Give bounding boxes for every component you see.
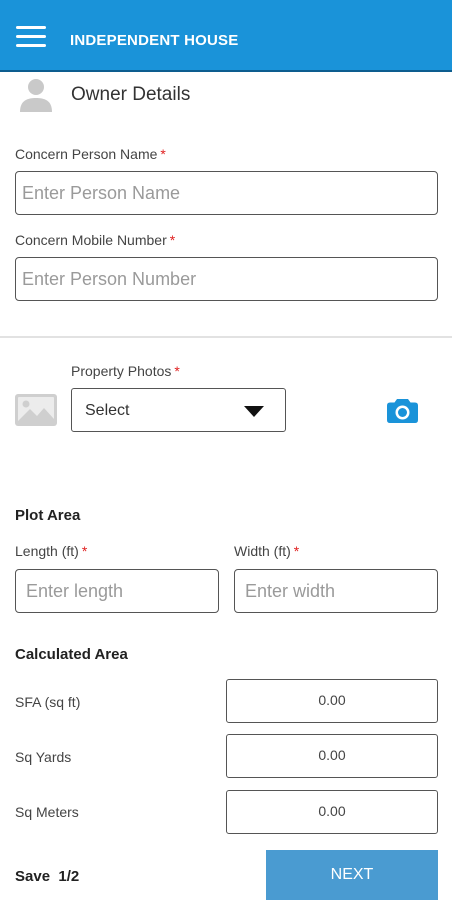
section-divider <box>0 336 452 338</box>
property-photos-select[interactable]: Select <box>71 388 286 432</box>
property-photos-label: Property Photos * <box>71 363 180 379</box>
required-mark: * <box>160 146 166 162</box>
person-name-input[interactable] <box>15 171 438 215</box>
sq-yards-label: Sq Yards <box>15 749 72 765</box>
select-value: Select <box>85 402 130 419</box>
mobile-number-input[interactable] <box>15 257 438 301</box>
image-placeholder-icon <box>15 394 57 426</box>
next-button[interactable]: NEXT <box>266 850 438 900</box>
required-mark: * <box>293 543 300 559</box>
page-title: INDEPENDENT HOUSE <box>70 32 239 49</box>
width-input[interactable] <box>234 569 438 613</box>
sfa-label: SFA (sq ft) <box>15 694 81 710</box>
sq-yards-value: 0.00 <box>226 734 438 778</box>
app-bar: INDEPENDENT HOUSE <box>0 0 452 72</box>
width-label: Width (ft) * <box>234 543 300 559</box>
calculated-area-heading: Calculated Area <box>15 646 128 663</box>
sfa-value: 0.00 <box>226 679 438 723</box>
sq-meters-value: 0.00 <box>226 790 438 834</box>
save-progress: Save 1/2 <box>15 868 79 885</box>
person-icon <box>20 79 52 112</box>
length-input[interactable] <box>15 569 219 613</box>
camera-icon[interactable] <box>387 397 418 423</box>
page-indicator: 1/2 <box>58 868 80 885</box>
person-name-label: Concern Person Name * <box>15 146 166 162</box>
hamburger-menu-icon[interactable] <box>16 26 46 48</box>
sq-meters-label: Sq Meters <box>15 804 79 820</box>
mobile-number-label: Concern Mobile Number * <box>15 232 176 248</box>
required-mark: * <box>174 363 180 379</box>
owner-details-heading: Owner Details <box>71 84 191 105</box>
save-label: Save <box>15 868 51 885</box>
length-label: Length (ft) * <box>15 543 88 559</box>
required-mark: * <box>169 232 176 248</box>
triangle-down-icon <box>244 406 264 417</box>
plot-area-heading: Plot Area <box>15 507 81 524</box>
required-mark: * <box>81 543 88 559</box>
